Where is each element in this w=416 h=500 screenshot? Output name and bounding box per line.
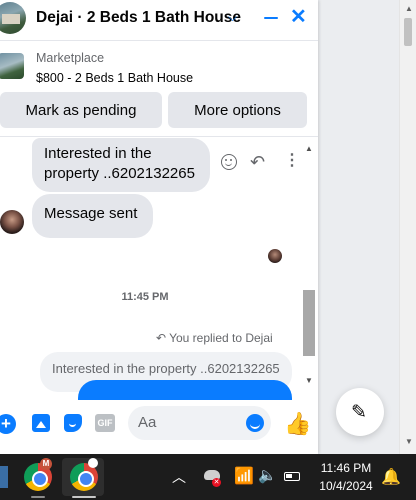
- chat-scrollbar[interactable]: ▲ ▼: [302, 138, 316, 392]
- minimize-icon[interactable]: [264, 17, 278, 20]
- listing-detail[interactable]: $800 - 2 Beds 1 Bath House: [36, 71, 193, 85]
- more-vertical-icon[interactable]: ⋮: [284, 151, 300, 171]
- battery-icon[interactable]: [284, 472, 300, 481]
- message-input[interactable]: Aa: [128, 406, 271, 440]
- header-divider: [0, 40, 318, 41]
- replied-indicator: ↶ You replied to Dejai: [156, 331, 273, 345]
- app-running-indicator: [31, 496, 45, 498]
- chat-header[interactable]: Dejai · 2 Beds 1 Bath House ⌵ ✕: [0, 0, 318, 38]
- chevron-down-icon[interactable]: ⌵: [228, 10, 237, 25]
- speaker-icon[interactable]: 🔈: [258, 466, 277, 484]
- chrome-profile-badge: M: [40, 458, 52, 470]
- clock-time[interactable]: 11:46 PM: [314, 461, 378, 475]
- chat-scrollbar-thumb[interactable]: [303, 290, 315, 356]
- scroll-up-arrow-icon[interactable]: ▲: [405, 4, 413, 13]
- reply-icon[interactable]: ↶: [250, 152, 265, 173]
- conversation-avatar[interactable]: [0, 2, 26, 34]
- sticker-icon[interactable]: [64, 414, 82, 432]
- page-scrollbar[interactable]: ▲ ▼: [399, 0, 416, 454]
- message-composer: + GIF Aa 👍: [0, 400, 318, 448]
- image-icon[interactable]: [32, 414, 50, 432]
- notification-bell-icon[interactable]: 🔔: [381, 467, 401, 487]
- taskbar: M ︿ ✕ 📶 🔈 11:46 PM 10/4/2024 🔔: [0, 454, 416, 500]
- app-active-indicator: [72, 496, 96, 498]
- profile-icon: [88, 458, 98, 468]
- chevron-up-icon[interactable]: ︿: [172, 467, 186, 487]
- seen-receipt-avatar: [268, 249, 282, 263]
- scroll-up-arrow-icon[interactable]: ▲: [305, 144, 313, 153]
- message-input-placeholder[interactable]: Aa: [138, 414, 156, 431]
- listing-thumbnail[interactable]: [0, 53, 24, 79]
- actions-divider: [0, 136, 318, 137]
- gif-icon[interactable]: GIF: [95, 414, 115, 432]
- thumbs-up-icon[interactable]: 👍: [284, 411, 311, 437]
- close-icon[interactable]: ✕: [290, 6, 307, 28]
- compose-icon: ✎: [351, 402, 367, 423]
- replied-label: You replied to Dejai: [169, 331, 273, 345]
- wifi-icon[interactable]: 📶: [234, 466, 254, 486]
- scroll-down-arrow-icon[interactable]: ▼: [305, 376, 313, 385]
- error-icon: ✕: [212, 478, 221, 487]
- sender-avatar[interactable]: [0, 210, 24, 234]
- mark-as-pending-button[interactable]: Mark as pending: [0, 92, 162, 128]
- marketplace-listing[interactable]: Marketplace $800 - 2 Beds 1 Bath House: [0, 44, 318, 90]
- conversation-title[interactable]: Dejai · 2 Beds 1 Bath House: [36, 9, 241, 27]
- clock-date[interactable]: 10/4/2024: [314, 479, 378, 493]
- incoming-message[interactable]: Message sent: [32, 194, 153, 238]
- more-options-button[interactable]: More options: [168, 92, 307, 128]
- scroll-down-arrow-icon[interactable]: ▼: [405, 437, 413, 446]
- emoji-icon[interactable]: [246, 414, 264, 432]
- chat-window: Dejai · 2 Beds 1 Bath House ⌵ ✕ Marketpl…: [0, 0, 318, 454]
- outgoing-message[interactable]: [78, 380, 292, 400]
- listing-source-label: Marketplace: [36, 51, 105, 65]
- incoming-message[interactable]: Interested in the property ..6202132265: [32, 138, 210, 192]
- react-emoji-icon[interactable]: [221, 154, 237, 170]
- reply-arrow-icon: ↶: [156, 331, 167, 345]
- message-timestamp: 11:45 PM: [121, 291, 169, 303]
- plus-icon[interactable]: +: [0, 414, 16, 434]
- page-scrollbar-thumb[interactable]: [404, 18, 412, 46]
- start-button[interactable]: [0, 466, 8, 488]
- new-message-button[interactable]: ✎: [336, 388, 384, 436]
